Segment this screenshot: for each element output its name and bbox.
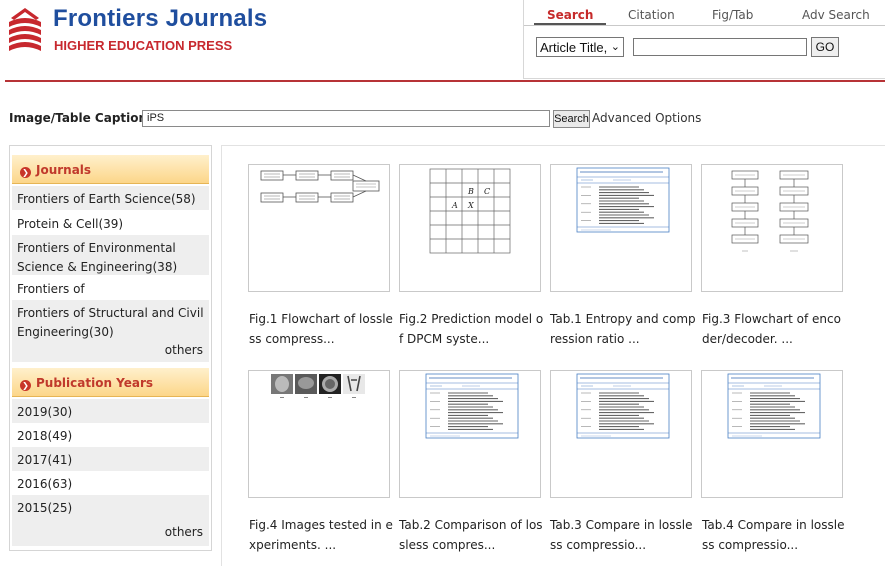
caption-search-button[interactable]: Search <box>553 110 590 128</box>
result-caption[interactable]: Fig.3 Flowchart of encoder/decoder. ... <box>702 309 848 349</box>
journal-item[interactable]: Frontiers of Earth Science(58) <box>12 186 209 210</box>
medical-images-thumbnail-icon <box>271 374 365 398</box>
journals-title: Journals <box>36 163 92 177</box>
go-button[interactable]: GO <box>811 37 839 57</box>
grid-label: C <box>484 187 490 196</box>
journal-item[interactable]: Frontiers of Optoelectronics(32) <box>12 276 209 315</box>
caption-search-input[interactable]: iPS <box>142 110 550 127</box>
journals-header: ❯ Journals <box>12 155 209 184</box>
search-field-select-value: Article Title, <box>540 40 608 55</box>
years-others-link[interactable]: others <box>12 519 209 546</box>
tab-search[interactable]: Search <box>547 8 593 22</box>
quick-search-panel: Search Citation Fig/Tab Adv Search Artic… <box>523 0 885 79</box>
journal-item[interactable]: Protein & Cell(39) <box>12 211 209 235</box>
flowchart-thumbnail-icon <box>260 170 380 203</box>
journal-item[interactable]: Frontiers of Environmental Science & Eng… <box>12 235 209 275</box>
years-title: Publication Years <box>36 376 154 390</box>
result-thumbnail-5[interactable] <box>248 370 390 498</box>
result-thumbnail-7[interactable] <box>550 370 692 498</box>
tab-adv-search[interactable]: Adv Search <box>802 8 870 22</box>
result-caption[interactable]: Fig.2 Prediction model of DPCM syste... <box>399 309 545 349</box>
search-tabs: Search Citation Fig/Tab Adv Search <box>524 0 885 26</box>
site-header: Frontiers Journals HIGHER EDUCATION PRES… <box>0 0 885 82</box>
filter-sidebar: ❯ Journals Frontiers of Earth Science(58)… <box>9 145 212 551</box>
grid-label: A <box>451 201 458 210</box>
caption-search-label: Image/Table Caption <box>9 111 148 125</box>
arrow-bullet-icon: ❯ <box>20 380 31 391</box>
grid-thumbnail-icon: B C A X <box>429 168 511 254</box>
header-divider <box>5 80 885 82</box>
result-thumbnail-8[interactable] <box>701 370 843 498</box>
result-thumbnail-3[interactable] <box>550 164 692 292</box>
tab-citation[interactable]: Citation <box>628 8 675 22</box>
result-thumbnail-1[interactable] <box>248 164 390 292</box>
year-item[interactable]: 2016(63) <box>12 471 209 495</box>
result-caption[interactable]: Tab.3 Compare in lossless compressio... <box>550 515 696 555</box>
encoder-flowchart-thumbnail-icon <box>731 170 809 252</box>
frontiers-logo-icon[interactable] <box>5 6 45 52</box>
advanced-options-link[interactable]: Advanced Options <box>592 111 701 125</box>
result-caption[interactable]: Tab.1 Entropy and compression ratio ... <box>550 309 696 349</box>
search-input[interactable] <box>633 38 807 56</box>
year-item[interactable]: 2018(49) <box>12 423 209 447</box>
table-thumbnail-icon <box>425 373 519 439</box>
year-item[interactable]: 2017(41) <box>12 447 209 471</box>
result-caption[interactable]: Tab.2 Comparison of lossless compres... <box>399 515 545 555</box>
result-thumbnail-6[interactable] <box>399 370 541 498</box>
arrow-bullet-icon: ❯ <box>20 167 31 178</box>
year-item[interactable]: 2019(30) <box>12 399 209 423</box>
publication-years-header: ❯ Publication Years <box>12 368 209 397</box>
result-thumbnail-2[interactable]: B C A X <box>399 164 541 292</box>
year-item[interactable]: 2015(25) <box>12 495 209 519</box>
journal-item[interactable]: Frontiers of Structural and Civil Engine… <box>12 300 209 340</box>
grid-label: B <box>467 187 474 196</box>
result-caption[interactable]: Fig.1 Flowchart of lossless compress... <box>249 309 395 349</box>
result-caption[interactable]: Fig.4 Images tested in experiments. ... <box>249 515 395 555</box>
grid-label: X <box>467 201 474 210</box>
table-thumbnail-icon <box>727 373 821 439</box>
result-thumbnail-4[interactable] <box>701 164 843 292</box>
tab-fig-tab[interactable]: Fig/Tab <box>712 8 753 22</box>
search-field-select[interactable]: Article Title, ⌄ <box>536 37 624 57</box>
brand-title[interactable]: Frontiers Journals <box>53 5 267 33</box>
journals-others-link[interactable]: others <box>12 340 209 362</box>
brand-subtitle: HIGHER EDUCATION PRESS <box>54 38 233 53</box>
chevron-down-icon: ⌄ <box>610 41 620 53</box>
table-thumbnail-icon <box>576 167 670 233</box>
active-tab-indicator <box>534 23 606 25</box>
result-caption[interactable]: Tab.4 Compare in lossless compressio... <box>702 515 848 555</box>
table-thumbnail-icon <box>576 373 670 439</box>
